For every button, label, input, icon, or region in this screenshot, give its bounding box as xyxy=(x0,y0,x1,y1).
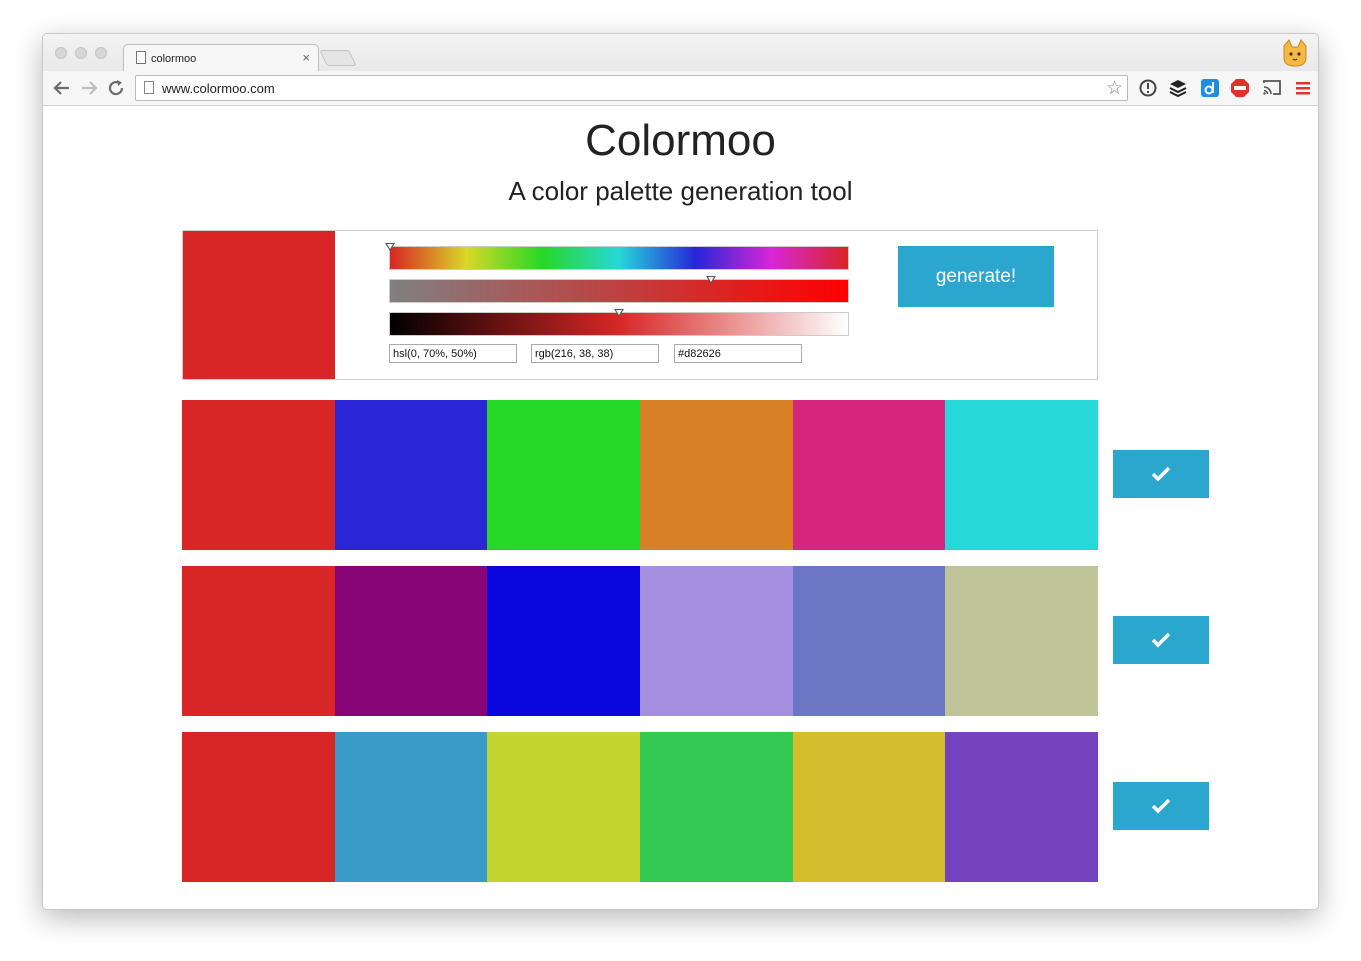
menu-icon[interactable] xyxy=(1293,78,1313,98)
cast-icon[interactable] xyxy=(1262,78,1282,98)
minimize-window-button[interactable] xyxy=(75,47,87,59)
palette-1-swatch-1[interactable] xyxy=(182,400,335,550)
palette-1-swatch-6[interactable] xyxy=(945,400,1099,550)
current-color-swatch xyxy=(183,231,335,379)
palette-2-swatch-2[interactable] xyxy=(334,566,488,716)
palette-2-swatch-5[interactable] xyxy=(792,566,946,716)
palette-2-swatch-6[interactable] xyxy=(945,566,1099,716)
checkmark-icon xyxy=(1151,466,1171,482)
tab-close-icon[interactable]: × xyxy=(302,50,310,65)
hue-slider[interactable] xyxy=(385,243,849,270)
tab-title: colormoo xyxy=(151,53,197,65)
palette-row-3 xyxy=(182,732,1099,882)
palette-3-swatch-6[interactable] xyxy=(945,732,1099,882)
browser-tab[interactable]: colormoo × xyxy=(123,44,319,72)
url-text[interactable]: www.colormoo.com xyxy=(162,81,275,96)
palette-3-swatch-1[interactable] xyxy=(182,732,335,882)
info-extension-icon[interactable] xyxy=(1138,78,1158,98)
palette-2-swatch-3[interactable] xyxy=(487,566,641,716)
checkmark-icon xyxy=(1151,632,1171,648)
palette-3-swatch-4[interactable] xyxy=(640,732,793,882)
back-icon[interactable] xyxy=(53,80,71,96)
page-title: Colormoo xyxy=(585,116,776,165)
rgb-input[interactable] xyxy=(531,344,659,363)
color-picker: generate! xyxy=(182,230,1098,380)
browser-window: colormoo × www.colormoo.com ☆ Colormoo A… xyxy=(42,33,1319,910)
generate-button[interactable]: generate! xyxy=(898,246,1054,307)
new-tab-button[interactable] xyxy=(319,50,357,66)
palette-1-swatch-5[interactable] xyxy=(792,400,946,550)
bookmark-star-icon[interactable]: ☆ xyxy=(1106,77,1123,100)
palette-1-swatch-2[interactable] xyxy=(334,400,488,550)
select-palette-2-button[interactable] xyxy=(1113,616,1209,664)
select-palette-1-button[interactable] xyxy=(1113,450,1209,498)
saturation-slider-handle[interactable] xyxy=(705,276,716,284)
palette-1-swatch-3[interactable] xyxy=(487,400,641,550)
zoom-window-button[interactable] xyxy=(95,47,107,59)
page-subtitle: A color palette generation tool xyxy=(508,176,853,206)
address-bar[interactable]: www.colormoo.com ☆ xyxy=(135,75,1128,101)
select-palette-3-button[interactable] xyxy=(1113,782,1209,830)
palette-1-swatch-4[interactable] xyxy=(640,400,793,550)
hue-slider-handle[interactable] xyxy=(385,243,395,251)
page-content: Colormoo A color palette generation tool… xyxy=(43,106,1318,909)
layers-extension-icon[interactable] xyxy=(1168,78,1188,98)
palette-3-swatch-5[interactable] xyxy=(792,732,946,882)
reload-icon[interactable] xyxy=(107,79,125,97)
palette-row-2 xyxy=(182,566,1099,716)
palette-row-1 xyxy=(182,400,1099,550)
page-icon xyxy=(144,81,154,94)
adblock-extension-icon[interactable] xyxy=(1230,78,1250,98)
d-extension-icon[interactable] xyxy=(1200,78,1220,98)
browser-toolbar: www.colormoo.com ☆ xyxy=(43,71,1318,106)
hsl-input[interactable] xyxy=(389,344,517,363)
palette-3-swatch-2[interactable] xyxy=(334,732,488,882)
palette-2-swatch-1[interactable] xyxy=(182,566,335,716)
hex-input[interactable] xyxy=(674,344,802,363)
forward-icon[interactable] xyxy=(80,80,98,96)
lightness-slider-handle[interactable] xyxy=(614,309,624,317)
checkmark-icon xyxy=(1151,798,1171,814)
cat-profile-icon[interactable] xyxy=(1280,38,1310,68)
page-icon xyxy=(136,51,146,64)
title-bar: colormoo × xyxy=(43,34,1318,72)
palette-2-swatch-4[interactable] xyxy=(640,566,793,716)
saturation-slider[interactable] xyxy=(389,276,849,303)
lightness-slider[interactable] xyxy=(389,309,849,336)
close-window-button[interactable] xyxy=(55,47,67,59)
palette-3-swatch-3[interactable] xyxy=(487,732,641,882)
